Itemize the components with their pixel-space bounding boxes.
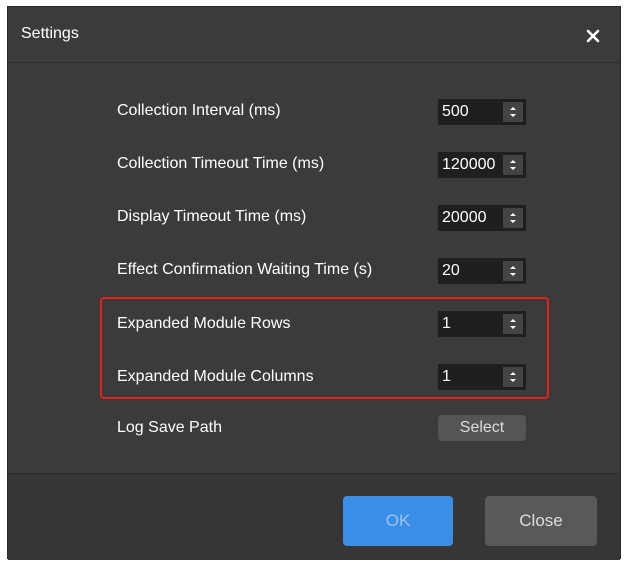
collection-interval-value[interactable]: 500 <box>442 103 504 121</box>
expanded-module-columns-spinbox[interactable]: 1 <box>438 364 526 390</box>
spin-arrows-icon[interactable] <box>503 155 523 175</box>
spin-arrows-icon[interactable] <box>503 261 523 281</box>
spin-arrows-icon[interactable] <box>503 102 523 122</box>
collection-timeout-label: Collection Timeout Time (ms) <box>117 155 325 172</box>
collection-timeout-spinbox[interactable]: 120000 <box>438 152 526 178</box>
spin-arrows-icon[interactable] <box>503 314 523 334</box>
dialog-title: Settings <box>21 25 79 42</box>
collection-interval-label: Collection Interval (ms) <box>117 102 281 119</box>
expanded-module-rows-value[interactable]: 1 <box>442 315 504 333</box>
spin-arrows-icon[interactable] <box>503 367 523 387</box>
expanded-module-columns-value[interactable]: 1 <box>442 368 504 386</box>
display-timeout-value[interactable]: 20000 <box>442 209 504 227</box>
collection-timeout-value[interactable]: 120000 <box>442 156 504 174</box>
display-timeout-label: Display Timeout Time (ms) <box>117 208 307 225</box>
expanded-module-rows-spinbox[interactable]: 1 <box>438 311 526 337</box>
settings-dialog: Settings Collection Interval (ms) 500 Co… <box>7 6 621 560</box>
collection-interval-spinbox[interactable]: 500 <box>438 99 526 125</box>
dialog-titlebar: Settings <box>8 7 620 63</box>
close-icon[interactable] <box>584 27 602 45</box>
select-log-path-button[interactable]: Select <box>438 415 526 441</box>
dialog-footer: OK Close <box>8 473 620 560</box>
expanded-module-columns-label: Expanded Module Columns <box>117 368 314 385</box>
ok-button[interactable]: OK <box>343 496 453 546</box>
effect-confirmation-label: Effect Confirmation Waiting Time (s) <box>117 261 373 278</box>
expanded-module-rows-label: Expanded Module Rows <box>117 315 291 332</box>
close-button[interactable]: Close <box>485 496 597 546</box>
effect-confirmation-spinbox[interactable]: 20 <box>438 258 526 284</box>
effect-confirmation-value[interactable]: 20 <box>442 262 504 280</box>
spin-arrows-icon[interactable] <box>503 208 523 228</box>
log-save-path-label: Log Save Path <box>117 419 222 436</box>
display-timeout-spinbox[interactable]: 20000 <box>438 205 526 231</box>
